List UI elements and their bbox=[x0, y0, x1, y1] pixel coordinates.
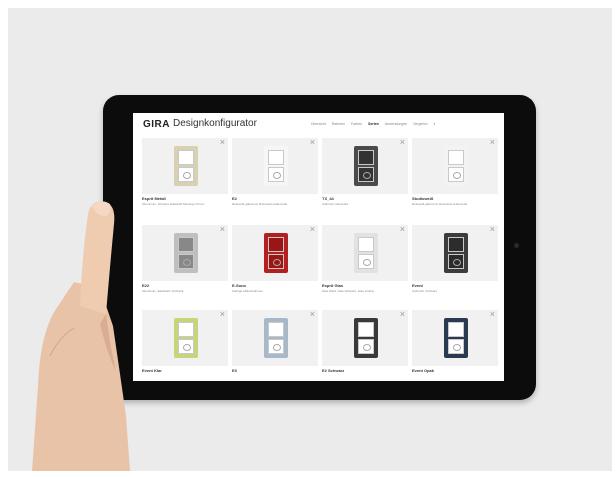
nav-item[interactable]: Vergleich bbox=[413, 122, 427, 126]
product-description: Glas Weiß, Glas Schwarz, Glas Umbra bbox=[322, 289, 374, 293]
socket-outlet bbox=[178, 339, 194, 354]
product-image[interactable]: × bbox=[142, 225, 228, 281]
product-image[interactable]: × bbox=[412, 225, 498, 281]
product-image[interactable]: × bbox=[142, 310, 228, 366]
tablet-screen: GIRA Designkonfigurator Übersicht Rahmen F… bbox=[133, 113, 504, 381]
switch-plate bbox=[174, 318, 198, 358]
brand-logo[interactable]: GIRA bbox=[143, 119, 170, 130]
close-icon[interactable]: × bbox=[490, 138, 495, 147]
socket-outlet bbox=[358, 167, 374, 182]
product-name: E22 bbox=[142, 283, 150, 288]
nav-item[interactable]: Serien bbox=[368, 122, 379, 126]
switch-rocker bbox=[358, 322, 374, 337]
product-description: Anthrazit, Reinweiß bbox=[322, 202, 349, 206]
product-image[interactable]: × bbox=[142, 138, 228, 194]
product-image[interactable]: × bbox=[232, 225, 318, 281]
app-title: Designkonfigurator bbox=[173, 118, 257, 129]
socket-outlet bbox=[268, 167, 284, 182]
product-image[interactable]: × bbox=[232, 310, 318, 366]
switch-plate bbox=[264, 318, 288, 358]
switch-plate bbox=[264, 233, 288, 273]
product-name: Esprit Glas bbox=[322, 283, 344, 288]
product-description: Aluminium, Schwarz Edelstahl Messing Chr… bbox=[142, 202, 205, 206]
switch-rocker bbox=[268, 150, 284, 165]
switch-plate bbox=[444, 146, 468, 186]
socket-outlet bbox=[448, 339, 464, 354]
product-name: E2 Schwarz bbox=[322, 368, 345, 373]
nav-more-icon[interactable]: › bbox=[434, 122, 435, 126]
app-header: GIRA Designkonfigurator Übersicht Rahmen F… bbox=[133, 113, 504, 135]
switch-plate bbox=[444, 318, 468, 358]
nav-item[interactable]: Rahmen bbox=[332, 122, 345, 126]
switch-rocker bbox=[268, 322, 284, 337]
switch-plate bbox=[174, 233, 198, 273]
product-name: Event bbox=[412, 283, 423, 288]
product-name: Esprit Metall bbox=[142, 196, 166, 201]
product-name: TX_44 bbox=[322, 196, 334, 201]
close-icon[interactable]: × bbox=[310, 310, 315, 319]
close-icon[interactable]: × bbox=[490, 225, 495, 234]
socket-outlet bbox=[268, 254, 284, 269]
product-name: E2 bbox=[232, 196, 237, 201]
product-description: Anthrazit, Schwarz bbox=[412, 289, 438, 293]
switch-plate bbox=[354, 233, 378, 273]
close-icon[interactable]: × bbox=[400, 310, 405, 319]
switch-rocker bbox=[178, 150, 194, 165]
close-icon[interactable]: × bbox=[310, 225, 315, 234]
socket-outlet bbox=[448, 254, 464, 269]
switch-rocker bbox=[448, 237, 464, 252]
nav-item[interactable]: Anwendungen bbox=[385, 122, 407, 126]
tablet-device: GIRA Designkonfigurator Übersicht Rahmen F… bbox=[103, 95, 536, 400]
product-name: E-Sono bbox=[232, 283, 246, 288]
close-icon[interactable]: × bbox=[220, 138, 225, 147]
close-icon[interactable]: × bbox=[220, 310, 225, 319]
switch-plate bbox=[354, 318, 378, 358]
product-image[interactable]: × bbox=[322, 138, 408, 194]
switch-rocker bbox=[448, 150, 464, 165]
socket-outlet bbox=[358, 339, 374, 354]
hand-holding-tablet bbox=[32, 201, 130, 471]
close-icon[interactable]: × bbox=[220, 225, 225, 234]
product-image[interactable]: × bbox=[412, 310, 498, 366]
close-icon[interactable]: × bbox=[400, 225, 405, 234]
camera-dot bbox=[514, 243, 519, 248]
socket-outlet bbox=[268, 339, 284, 354]
switch-plate bbox=[354, 146, 378, 186]
switch-rocker bbox=[448, 322, 464, 337]
close-icon[interactable]: × bbox=[490, 310, 495, 319]
switch-plate bbox=[444, 233, 468, 273]
product-image[interactable]: × bbox=[232, 138, 318, 194]
socket-outlet bbox=[358, 254, 374, 269]
product-name: Event Klar bbox=[142, 368, 162, 373]
nav-item[interactable]: Übersicht bbox=[311, 122, 326, 126]
product-image[interactable]: × bbox=[322, 225, 408, 281]
main-nav: Übersicht Rahmen Farben Serien Anwendungen Ve… bbox=[311, 122, 435, 126]
close-icon[interactable]: × bbox=[310, 138, 315, 147]
switch-rocker bbox=[178, 237, 194, 252]
product-image[interactable]: × bbox=[322, 310, 408, 366]
switch-rocker bbox=[358, 237, 374, 252]
socket-outlet bbox=[178, 254, 194, 269]
switch-rocker bbox=[358, 150, 374, 165]
socket-outlet bbox=[178, 167, 194, 182]
product-description: Aluminium, Edelstahl, Anthrazit bbox=[142, 289, 184, 293]
product-name: E3 bbox=[232, 368, 237, 373]
product-description: Farbige Abdeckrahmen bbox=[232, 289, 264, 293]
product-description: Reinweiß glänzend, Reinweiß seidenmatt bbox=[232, 202, 288, 206]
switch-plate bbox=[174, 146, 198, 186]
switch-rocker bbox=[268, 237, 284, 252]
switch-plate bbox=[264, 146, 288, 186]
close-icon[interactable]: × bbox=[400, 138, 405, 147]
product-image[interactable]: × bbox=[412, 138, 498, 194]
product-description: Reinweiß glänzend, Reinweiß seidenmatt bbox=[412, 202, 468, 206]
nav-item[interactable]: Farben bbox=[351, 122, 362, 126]
switch-rocker bbox=[178, 322, 194, 337]
socket-outlet bbox=[448, 167, 464, 182]
product-name: Studioweiß bbox=[412, 196, 434, 201]
product-name: Event Opak bbox=[412, 368, 435, 373]
